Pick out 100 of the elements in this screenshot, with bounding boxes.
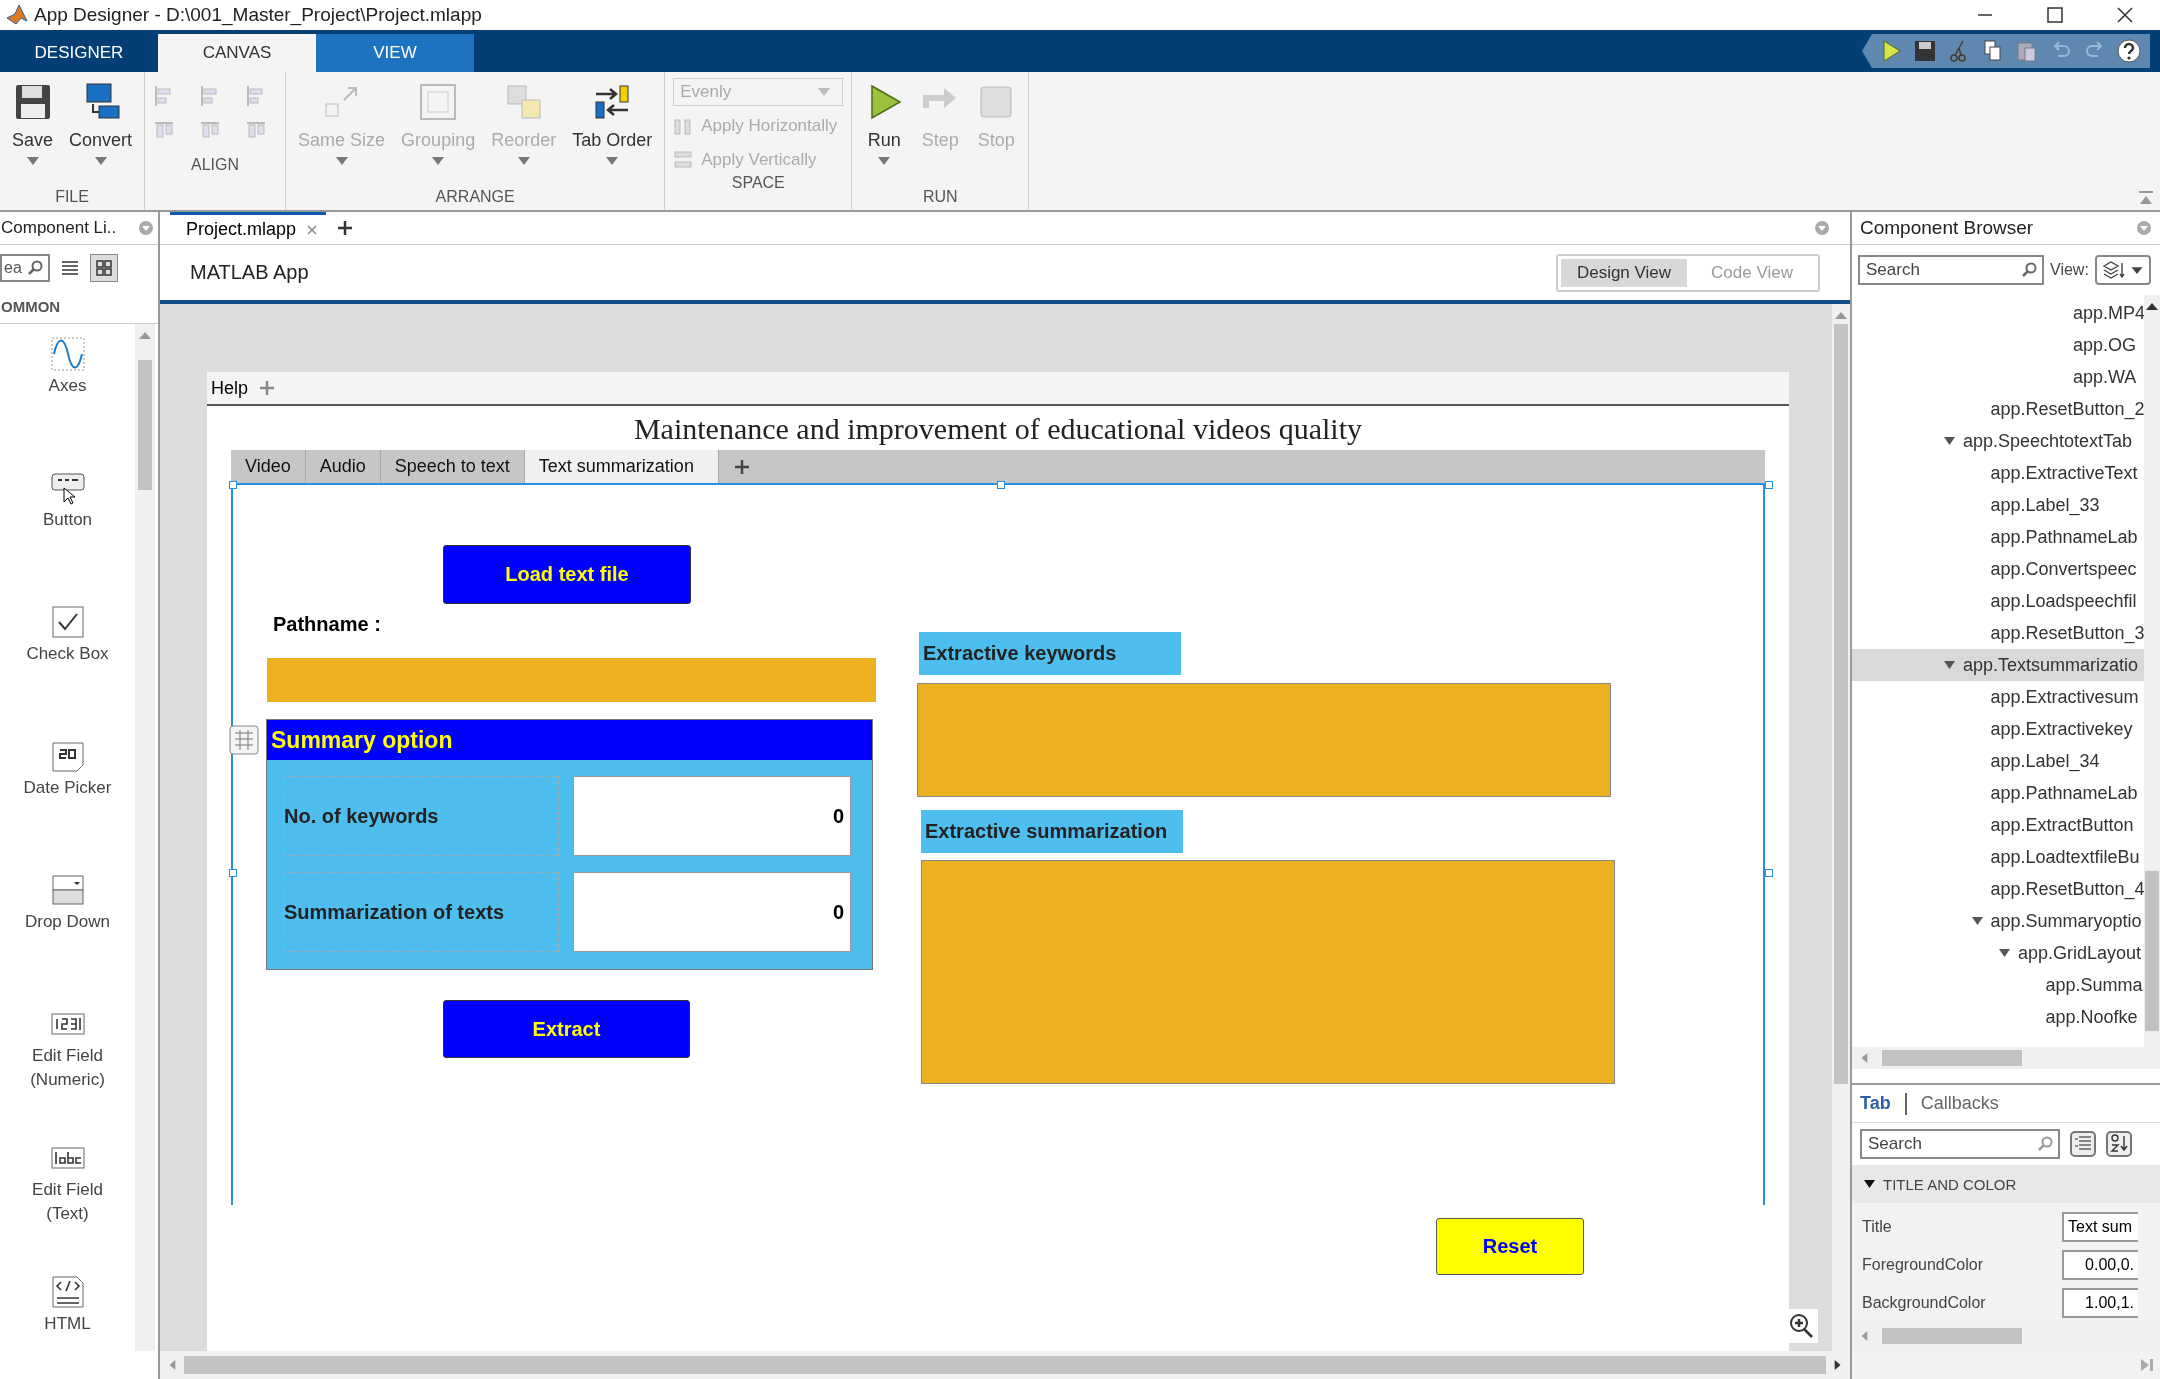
reset-button[interactable]: Reset [1436,1218,1584,1275]
selection-handle[interactable] [1765,869,1773,877]
grid-layout-icon[interactable] [229,725,259,755]
extract-button[interactable]: Extract [443,1000,690,1058]
section-header: OMMON [1,298,61,315]
ribbon-button[interactable]: Save [6,80,60,188]
tree-item[interactable]: app.Summaryoptio [1852,905,2144,937]
collapse-icon[interactable] [2138,190,2154,206]
plus-icon[interactable] [336,219,355,237]
help-icon[interactable] [2116,38,2142,64]
tree-item[interactable]: app.Extractivesum [1852,681,2144,713]
sort-button[interactable] [2106,1131,2132,1157]
search-field[interactable]: Search [1860,1129,2060,1159]
tree-item[interactable]: app.Loadspeechfil [1852,585,2144,617]
menu-circle-icon[interactable] [138,220,154,236]
section-header[interactable]: TITLE AND COLOR [1852,1165,2160,1203]
scrollbar-thumb[interactable] [184,1356,1826,1374]
selection-handle[interactable] [997,481,1005,489]
inspector-tab[interactable]: Tab [1860,1093,1891,1114]
number-field[interactable]: 0 [573,872,851,952]
search-field[interactable]: ea [0,253,50,282]
component-item[interactable]: Edit Field (Text) [0,1140,135,1274]
group-title: ALIGN [190,156,241,175]
component-item[interactable]: Drop Down [0,872,135,1006]
keywords-text-area[interactable] [917,683,1611,797]
tree-item[interactable]: app.GridLayout [1852,937,2144,969]
tree-item[interactable]: app.ExtractiveText [1852,457,2144,489]
skip-end-icon[interactable] [2140,1358,2154,1372]
menu-circle-icon[interactable] [1814,220,1830,236]
component-item[interactable]: Button [0,470,135,604]
panel-title: Summary option [267,720,872,760]
scrollbar-thumb[interactable] [2145,871,2159,1031]
tree-item[interactable]: app.Noofke [1852,1001,2144,1033]
tree-item[interactable]: app.PathnameLab [1852,521,2144,553]
app-name: MATLAB App [190,261,309,284]
app-tab[interactable]: Text summarization [524,450,719,483]
ribbon-tab[interactable]: CANVAS [158,34,316,72]
selection-handle[interactable] [229,869,237,877]
tree-item[interactable]: app.ResetButton_4 [1852,873,2144,905]
component-item[interactable]: Axes [0,336,135,470]
caret-icon [818,88,831,96]
group-title: FILE [54,188,90,207]
property-field[interactable]: 1.00,1. [2062,1288,2138,1318]
ribbon-button[interactable]: Run [858,80,911,188]
view-dropdown[interactable] [2094,255,2151,285]
property-field[interactable]: 0.00,0. [2062,1250,2138,1280]
search-field[interactable]: Search [1858,255,2044,285]
selection-handle[interactable] [229,481,237,489]
property-field[interactable]: Text sum [2062,1212,2138,1242]
pathname-field[interactable] [267,658,876,702]
caret-icon [878,157,891,165]
number-field[interactable]: 0 [573,776,851,856]
list-icon [61,258,79,277]
ribbon-button[interactable]: Tab Order [566,80,659,188]
selection-handle[interactable] [1765,481,1773,489]
tree-item[interactable]: app.OG [1852,329,2144,361]
menu-circle-icon[interactable] [2136,220,2152,236]
tree-item[interactable]: app.ResetButton_2 [1852,393,2144,425]
scrollbar-thumb[interactable] [1882,1328,2022,1344]
tree-item[interactable]: app.Extractivekey [1852,713,2144,745]
view-toggle[interactable]: Design View [1561,258,1687,287]
component-item[interactable]: Edit Field (Numeric) [0,1006,135,1140]
group-view-button[interactable] [2070,1131,2096,1157]
menu-item[interactable]: Help [211,377,249,399]
property-name: BackgroundColor [1862,1294,1986,1312]
field-label: Summarization of texts [283,872,559,952]
search-icon [28,259,44,276]
ribbon-tab[interactable]: DESIGNER [0,34,158,72]
tree-item[interactable]: app.Label_33 [1852,489,2144,521]
tree-item[interactable]: app.Label_34 [1852,745,2144,777]
tree-item[interactable]: app.ExtractButton [1852,809,2144,841]
tree-item[interactable]: app.LoadtextfileBu [1852,841,2144,873]
ribbon-tab[interactable]: VIEW [316,34,474,72]
ribbon-button[interactable]: Convert [63,80,139,188]
pathname-label: Pathname : [273,613,381,636]
sine-wave-icon [49,336,86,372]
plus-icon[interactable] [732,457,751,476]
scrollbar-thumb[interactable] [1834,324,1848,1084]
sort-icon [2109,1133,2129,1153]
scrollbar-thumb[interactable] [138,360,152,490]
tree-item[interactable]: app.Summa [1852,969,2144,1001]
component-item[interactable]: Check Box [0,604,135,738]
grid-view-button[interactable] [90,253,118,282]
component-item[interactable]: Date Picker [0,738,135,872]
scrollbar-thumb[interactable] [1882,1050,2022,1066]
property-name: Title [1862,1218,1892,1236]
tree-item[interactable]: app.WA [1852,361,2144,393]
tree-item[interactable]: app.Convertspeec [1852,553,2144,585]
component-item[interactable]: HTML [0,1274,135,1351]
caret-icon [26,157,39,165]
inspector-tab[interactable]: Callbacks [1920,1093,1999,1114]
tree-item[interactable]: app.PathnameLab [1852,777,2144,809]
scroll-up-icon[interactable] [2146,301,2158,311]
load-button[interactable]: Load text file [443,545,691,604]
group-title: RUN [921,188,959,207]
tree-item[interactable]: app.Textsummarizatio [1852,649,2144,681]
tree-item[interactable]: app.SpeechtotextTab [1852,425,2144,457]
list-icon [2073,1133,2093,1153]
tree-item[interactable]: app.ResetButton_3 [1852,617,2144,649]
tree-item[interactable]: app.MP4 [1852,297,2144,329]
